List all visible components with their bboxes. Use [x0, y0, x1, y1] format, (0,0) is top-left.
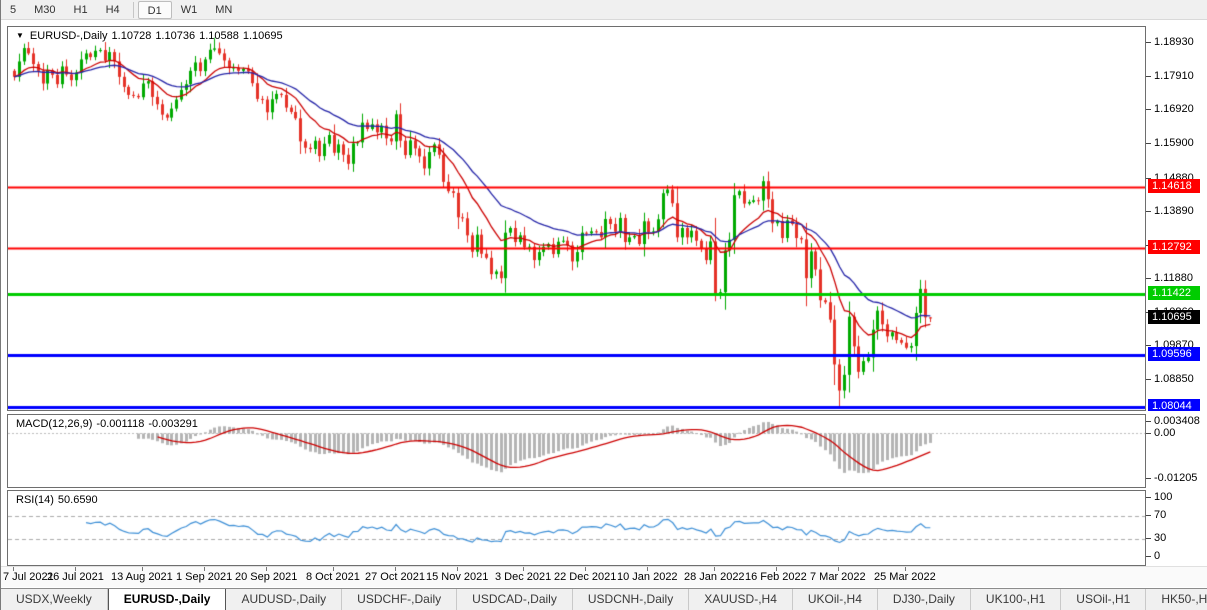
- timeframe-button-5[interactable]: 5: [1, 1, 25, 19]
- macd-signal-value: -0.003291: [148, 418, 198, 430]
- level-price-tag: 1.14618: [1148, 179, 1200, 194]
- chart-tab-usdcnh-daily[interactable]: USDCNH-,Daily: [573, 589, 690, 610]
- macd-axis-tick: 0.00: [1146, 427, 1175, 440]
- macd-main-value: -0.001118: [96, 418, 145, 430]
- current-price-tag: 1.10695: [1148, 310, 1200, 325]
- chart-tabs: USDX,Weekly EURUSD-,Daily AUDUSD-,Daily USD…: [1, 589, 1207, 610]
- time-axis-label: 1 Sep 2021: [176, 571, 233, 583]
- time-axis-label: 28 Jan 2022: [684, 571, 745, 583]
- macd-panel: MACD(12,26,9) -0.001118 -0.003291: [7, 414, 1146, 488]
- chart-tab-usoil-h1[interactable]: USOil-,H1: [1061, 589, 1147, 610]
- timeframe-button-h1[interactable]: H1: [65, 1, 97, 19]
- level-price-tag: 1.11422: [1148, 286, 1200, 301]
- macd-axis-tick: 0.003408: [1146, 415, 1200, 428]
- price-axis-tick: 1.16920: [1146, 103, 1194, 116]
- chart-tab-eurusd-daily[interactable]: EURUSD-,Daily: [107, 589, 227, 610]
- time-axis-label: 13 Aug 2021: [111, 571, 173, 583]
- rsi-axis[interactable]: 100 70 30 0: [1146, 490, 1207, 566]
- rsi-axis-tick: 0: [1146, 550, 1160, 563]
- rsi-header: RSI(14) 50.6590: [16, 494, 102, 506]
- timeframe-toolbar: 5 M30 H1 H4 D1 W1 MN: [1, 0, 1207, 20]
- chart-tab-bar: USDX,Weekly EURUSD-,Daily AUDUSD-,Daily USD…: [1, 588, 1207, 610]
- rsi-label: RSI(14): [16, 494, 54, 506]
- chart-title: ▼ EURUSD-,Daily 1.10728 1.10736 1.10588 1.106…: [16, 30, 287, 42]
- time-axis[interactable]: 7 Jul 2021 26 Jul 2021 13 Aug 2021 1 Sep 20…: [1, 566, 1207, 587]
- time-axis-label: 15 Nov 2021: [426, 571, 489, 583]
- time-axis-label: 7 Mar 2022: [810, 571, 866, 583]
- price-axis-tick: 1.08850: [1146, 373, 1194, 386]
- ohlc-low: 1.10588: [199, 30, 239, 42]
- rsi-value: 50.6590: [57, 494, 98, 506]
- time-axis-label: 20 Sep 2021: [235, 571, 298, 583]
- time-axis-label: 3 Dec 2021: [495, 571, 552, 583]
- price-chart-panel: ▼ EURUSD-,Daily 1.10728 1.10736 1.10588 1.106…: [7, 26, 1146, 411]
- timeframe-button-w1[interactable]: W1: [172, 1, 207, 19]
- macd-axis-tick: -0.01205: [1146, 472, 1197, 485]
- price-axis-tick: 1.15900: [1146, 137, 1194, 150]
- timeframe-button-h4[interactable]: H4: [97, 1, 129, 19]
- timeframe-button-m30[interactable]: M30: [25, 1, 64, 19]
- rsi-axis-tick: 70: [1146, 509, 1166, 522]
- timeframe-button-d1[interactable]: D1: [137, 0, 172, 19]
- ohlc-close: 1.10695: [242, 30, 283, 42]
- time-axis-label: 25 Mar 2022: [874, 571, 936, 583]
- chart-tab-uk100-h1[interactable]: UK100-,H1: [971, 589, 1062, 610]
- level-price-tag: 1.09596: [1148, 347, 1200, 362]
- price-chart-canvas[interactable]: [8, 27, 1145, 410]
- price-axis[interactable]: 1.18930 1.17910 1.16920 1.15900 1.14880 1.138…: [1146, 26, 1207, 411]
- price-axis-tick: 1.17910: [1146, 70, 1194, 83]
- level-price-tag: 1.12792: [1148, 240, 1200, 255]
- symbol-name: EURUSD-,Daily: [29, 30, 108, 42]
- chart-tab-usdcad-daily[interactable]: USDCAD-,Daily: [457, 589, 573, 610]
- time-axis-label: 16 Feb 2022: [745, 571, 807, 583]
- price-axis-tick: 1.18930: [1146, 36, 1194, 49]
- chart-tab-hk50-h1[interactable]: HK50-,H1: [1146, 589, 1207, 610]
- chart-tab-ukoil-h4[interactable]: UKOil-,H4: [793, 589, 878, 610]
- price-axis-tick: 1.13890: [1146, 205, 1194, 218]
- symbol-dropdown-icon[interactable]: ▼: [16, 31, 24, 40]
- time-axis-label: 8 Oct 2021: [306, 571, 360, 583]
- price-axis-tick: 1.11880: [1146, 272, 1193, 285]
- time-axis-label: 26 Jul 2021: [47, 571, 104, 583]
- macd-label: MACD(12,26,9): [16, 418, 93, 430]
- time-axis-label: 27 Oct 2021: [365, 571, 425, 583]
- time-axis-label: 10 Jan 2022: [617, 571, 678, 583]
- level-price-tag: 1.08044: [1148, 399, 1200, 411]
- chart-tab-dj30-daily[interactable]: DJ30-,Daily: [878, 589, 971, 610]
- rsi-canvas[interactable]: [8, 491, 1145, 565]
- chart-tab-usdchf-daily[interactable]: USDCHF-,Daily: [342, 589, 458, 610]
- rsi-axis-tick: 100: [1146, 491, 1172, 504]
- timeframe-button-mn[interactable]: MN: [206, 1, 241, 19]
- toolbar-separator: [132, 1, 134, 18]
- chart-tab-audusd-daily[interactable]: AUDUSD-,Daily: [226, 589, 343, 610]
- ohlc-open: 1.10728: [111, 30, 152, 42]
- rsi-panel: RSI(14) 50.6590: [7, 490, 1146, 566]
- ohlc-high: 1.10736: [155, 30, 196, 42]
- time-axis-label: 22 Dec 2021: [554, 571, 617, 583]
- rsi-axis-tick: 30: [1146, 532, 1166, 545]
- chart-tab-xauusd-h4[interactable]: XAUUSD-,H4: [689, 589, 793, 610]
- macd-header: MACD(12,26,9) -0.001118 -0.003291: [16, 418, 202, 430]
- trading-terminal-window: 5 M30 H1 H4 D1 W1 MN ▼ EURUSD-,Daily 1.10728 1.10…: [0, 0, 1207, 610]
- chart-tab-usdx-weekly[interactable]: USDX,Weekly: [1, 589, 108, 610]
- macd-axis[interactable]: 0.003408 0.00 -0.01205: [1146, 414, 1207, 488]
